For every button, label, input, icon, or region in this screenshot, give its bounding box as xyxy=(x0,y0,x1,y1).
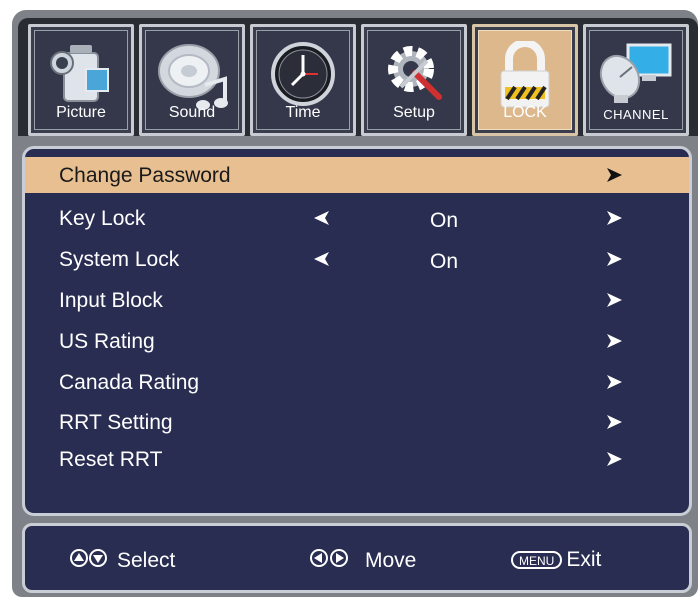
tab-setup[interactable]: Setup xyxy=(361,24,467,136)
tab-label: LOCK xyxy=(503,104,547,121)
up-down-buttons-icon xyxy=(69,548,109,574)
arrow-left-icon[interactable] xyxy=(313,209,331,233)
menu-item-label: US Rating xyxy=(59,330,155,353)
select-hint: Select xyxy=(69,548,175,574)
tab-label: Setup xyxy=(393,104,435,121)
menu-item-system-lock[interactable]: System Lock On xyxy=(25,241,689,277)
arrow-left-icon[interactable] xyxy=(313,250,331,274)
tab-picture[interactable]: Picture xyxy=(28,24,134,136)
menu-item-canada-rating[interactable]: Canada Rating xyxy=(25,364,689,400)
tab-channel[interactable]: CHANNEL xyxy=(583,24,689,136)
tab-label: CHANNEL xyxy=(603,107,669,122)
arrow-right-icon xyxy=(605,413,623,437)
select-hint-label: Select xyxy=(117,549,176,572)
arrow-right-icon xyxy=(605,450,623,474)
menu-item-label: Input Block xyxy=(59,289,163,312)
exit-hint: MENU Exit xyxy=(511,548,601,572)
tab-label: Time xyxy=(285,104,321,121)
menu-item-input-block[interactable]: Input Block xyxy=(25,282,689,318)
menu-item-label: RRT Setting xyxy=(59,411,173,434)
arrow-right-icon[interactable] xyxy=(605,209,623,233)
menu-item-label: Key Lock xyxy=(59,207,146,230)
tab-sound[interactable]: Sound xyxy=(139,24,245,136)
arrow-right-icon xyxy=(605,373,623,397)
move-hint-label: Move xyxy=(365,549,417,572)
menu-key-icon: MENU xyxy=(511,551,563,569)
exit-hint-label: Exit xyxy=(566,548,602,571)
lock-menu: Change Password Key Lock On System Lock … xyxy=(22,146,692,516)
menu-item-us-rating[interactable]: US Rating xyxy=(25,323,689,359)
menu-item-reset-rrt[interactable]: Reset RRT xyxy=(25,441,689,477)
arrow-right-icon xyxy=(605,291,623,315)
menu-item-change-password[interactable]: Change Password xyxy=(25,157,689,193)
tab-label: Sound xyxy=(168,104,216,121)
button-hints-bar: Select Move MENU Exit xyxy=(22,523,692,593)
arrow-right-icon xyxy=(605,332,623,356)
tab-time[interactable]: Time xyxy=(250,24,356,136)
key-lock-value: On xyxy=(430,209,459,232)
menu-item-label: Change Password xyxy=(59,164,231,187)
menu-item-key-lock[interactable]: Key Lock On xyxy=(25,200,689,236)
satellite-dish-icon xyxy=(598,41,674,112)
menu-item-label: Reset RRT xyxy=(59,448,163,471)
gear-tools-icon xyxy=(383,41,445,108)
system-lock-value: On xyxy=(430,250,459,273)
menu-item-rrt-setting[interactable]: RRT Setting xyxy=(25,404,689,440)
tab-lock[interactable]: LOCK xyxy=(472,24,578,136)
menu-item-label: System Lock xyxy=(59,248,180,271)
move-hint: Move xyxy=(309,548,416,574)
clock-icon xyxy=(270,41,336,112)
left-right-buttons-icon xyxy=(309,548,351,574)
menu-item-label: Canada Rating xyxy=(59,371,200,394)
tab-label: Picture xyxy=(56,104,106,121)
arrow-right-icon xyxy=(605,166,623,190)
arrow-right-icon[interactable] xyxy=(605,250,623,274)
